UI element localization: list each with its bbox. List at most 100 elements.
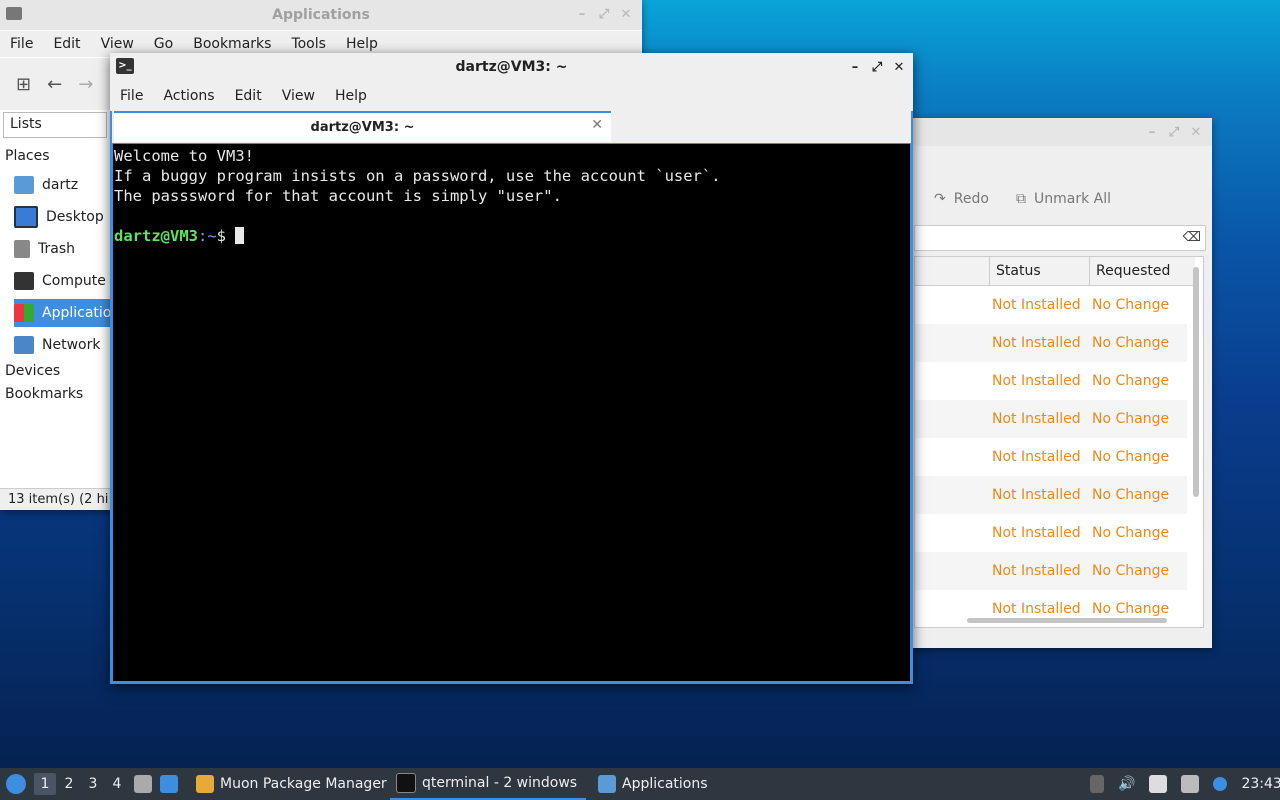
- bookmarks-heading[interactable]: Bookmarks: [5, 386, 83, 402]
- table-row[interactable]: Not Installed No Change: [915, 552, 1187, 590]
- column-header-status[interactable]: Status: [989, 257, 1089, 285]
- status-cell: Not Installed: [992, 525, 1081, 541]
- back-arrow-icon[interactable]: ←: [47, 74, 62, 95]
- terminal-icon: [396, 773, 416, 793]
- place-label: Applicatio: [42, 305, 112, 321]
- close-tab-icon[interactable]: ✕: [591, 117, 603, 133]
- place-item-dartz[interactable]: dartz: [14, 171, 114, 199]
- workspace-switcher: 1 2 3 4: [34, 768, 128, 800]
- places-heading[interactable]: Places: [5, 148, 50, 164]
- requested-cell: No Change: [1092, 525, 1170, 541]
- menu-file[interactable]: File: [110, 88, 153, 104]
- workspace-4[interactable]: 4: [106, 773, 128, 795]
- clear-search-icon[interactable]: ⌫: [1183, 230, 1201, 245]
- file-manager-titlebar[interactable]: Applications – ⤢ ✕: [0, 0, 642, 30]
- requested-cell: No Change: [1092, 563, 1170, 579]
- menu-help[interactable]: Help: [336, 36, 388, 52]
- place-item-applications[interactable]: Applicatio: [14, 299, 114, 327]
- prompt-symbol: $: [216, 227, 227, 245]
- table-row[interactable]: Not Installed No Change: [915, 514, 1187, 552]
- menu-actions[interactable]: Actions: [153, 88, 224, 104]
- menu-view[interactable]: View: [272, 88, 325, 104]
- window-title: dartz@VM3: ~: [455, 59, 568, 75]
- table-row[interactable]: Not Installed No Change: [915, 324, 1187, 362]
- place-item-network[interactable]: Network: [14, 331, 114, 359]
- menu-tools[interactable]: Tools: [281, 36, 336, 52]
- maximize-icon[interactable]: ⤢: [871, 60, 883, 75]
- terminal-titlebar[interactable]: >_ dartz@VM3: ~ – ⤢ ✕: [110, 53, 913, 81]
- maximize-icon[interactable]: ⤢: [1168, 125, 1180, 140]
- file-manager-launcher-icon[interactable]: [134, 775, 152, 793]
- table-row[interactable]: Not Installed No Change: [915, 438, 1187, 476]
- requested-cell: No Change: [1092, 297, 1170, 313]
- minimize-icon[interactable]: –: [1146, 125, 1158, 140]
- devices-heading[interactable]: Devices: [5, 363, 60, 379]
- table-row[interactable]: Not Installed No Change: [915, 476, 1187, 514]
- clipboard-icon[interactable]: [1149, 775, 1168, 793]
- menu-view[interactable]: View: [91, 36, 144, 52]
- package-table[interactable]: Status Requested Not Installed No Change N…: [914, 256, 1204, 628]
- menu-edit[interactable]: Edit: [225, 88, 272, 104]
- close-icon[interactable]: ✕: [1190, 125, 1202, 140]
- tray-arrow-icon[interactable]: [1090, 775, 1104, 793]
- minimize-icon[interactable]: –: [576, 7, 588, 22]
- menu-help[interactable]: Help: [325, 88, 377, 104]
- requested-cell: No Change: [1092, 487, 1170, 503]
- task-muon[interactable]: Muon Package Manager: [190, 768, 393, 800]
- applications-icon: [14, 304, 34, 322]
- task-qterminal[interactable]: qterminal - 2 windows: [390, 768, 586, 800]
- terminal-window[interactable]: >_ dartz@VM3: ~ – ⤢ ✕ File Actions Edit …: [110, 53, 913, 684]
- computer-icon: [14, 272, 34, 290]
- terminal-icon: >_: [116, 58, 134, 74]
- column-header-requested[interactable]: Requested: [1089, 257, 1189, 285]
- table-row[interactable]: Not Installed No Change: [915, 362, 1187, 400]
- vertical-scrollbar[interactable]: [1193, 267, 1199, 497]
- place-item-trash[interactable]: Trash: [14, 235, 114, 263]
- muon-package-manager-window[interactable]: – ⤢ ✕ ↷ Redo ⧉ Unmark All ⌫ Status Reque…: [910, 118, 1212, 648]
- place-label: Network: [42, 337, 101, 353]
- close-icon[interactable]: ✕: [620, 7, 632, 22]
- requested-cell: No Change: [1092, 335, 1170, 351]
- muon-titlebar[interactable]: – ⤢ ✕: [910, 118, 1212, 146]
- place-label: Compute: [42, 273, 106, 289]
- clock[interactable]: 23:43: [1241, 776, 1280, 792]
- task-applications[interactable]: Applications: [592, 768, 714, 800]
- volume-icon[interactable]: 🔊: [1118, 776, 1135, 792]
- terminal-output-line: The passsword for that account is simply…: [114, 187, 562, 205]
- menu-go[interactable]: Go: [144, 36, 183, 52]
- table-row[interactable]: Not Installed No Change: [915, 286, 1187, 324]
- status-cell: Not Installed: [992, 297, 1081, 313]
- window-title: Applications: [272, 7, 370, 23]
- menu-edit[interactable]: Edit: [43, 36, 90, 52]
- new-tab-icon[interactable]: ⊞: [16, 74, 31, 95]
- folder-icon: [6, 7, 22, 20]
- unmark-all-button[interactable]: ⧉ Unmark All: [1016, 186, 1111, 212]
- maximize-icon[interactable]: ⤢: [598, 7, 610, 22]
- workspace-3[interactable]: 3: [82, 773, 104, 795]
- close-icon[interactable]: ✕: [893, 60, 905, 75]
- update-notifier-icon[interactable]: [1213, 777, 1228, 791]
- minimize-icon[interactable]: –: [849, 60, 861, 75]
- workspace-1[interactable]: 1: [34, 773, 56, 795]
- forward-arrow-icon[interactable]: →: [78, 74, 93, 95]
- place-item-computer[interactable]: Compute: [14, 267, 114, 295]
- place-item-desktop[interactable]: Desktop: [14, 203, 114, 231]
- show-desktop-icon[interactable]: [160, 775, 178, 793]
- menu-file[interactable]: File: [0, 36, 43, 52]
- network-tray-icon[interactable]: [1181, 775, 1200, 793]
- terminal-tab[interactable]: dartz@VM3: ~ ✕: [114, 111, 611, 142]
- requested-cell: No Change: [1092, 411, 1170, 427]
- search-input[interactable]: ⌫: [914, 225, 1206, 251]
- redo-button[interactable]: ↷ Redo: [934, 186, 989, 212]
- start-menu-button[interactable]: [6, 768, 26, 800]
- side-pane-mode-select[interactable]: Lists: [3, 112, 107, 138]
- terminal-screen[interactable]: Welcome to VM3! If a buggy program insis…: [113, 144, 910, 681]
- workspace-2[interactable]: 2: [58, 773, 80, 795]
- trash-icon: [14, 240, 30, 258]
- menu-bookmarks[interactable]: Bookmarks: [183, 36, 281, 52]
- network-icon: [14, 336, 34, 354]
- place-label: Trash: [38, 241, 75, 257]
- horizontal-scrollbar[interactable]: [967, 618, 1167, 623]
- table-row[interactable]: Not Installed No Change: [915, 400, 1187, 438]
- lxqt-logo-icon: [6, 774, 26, 794]
